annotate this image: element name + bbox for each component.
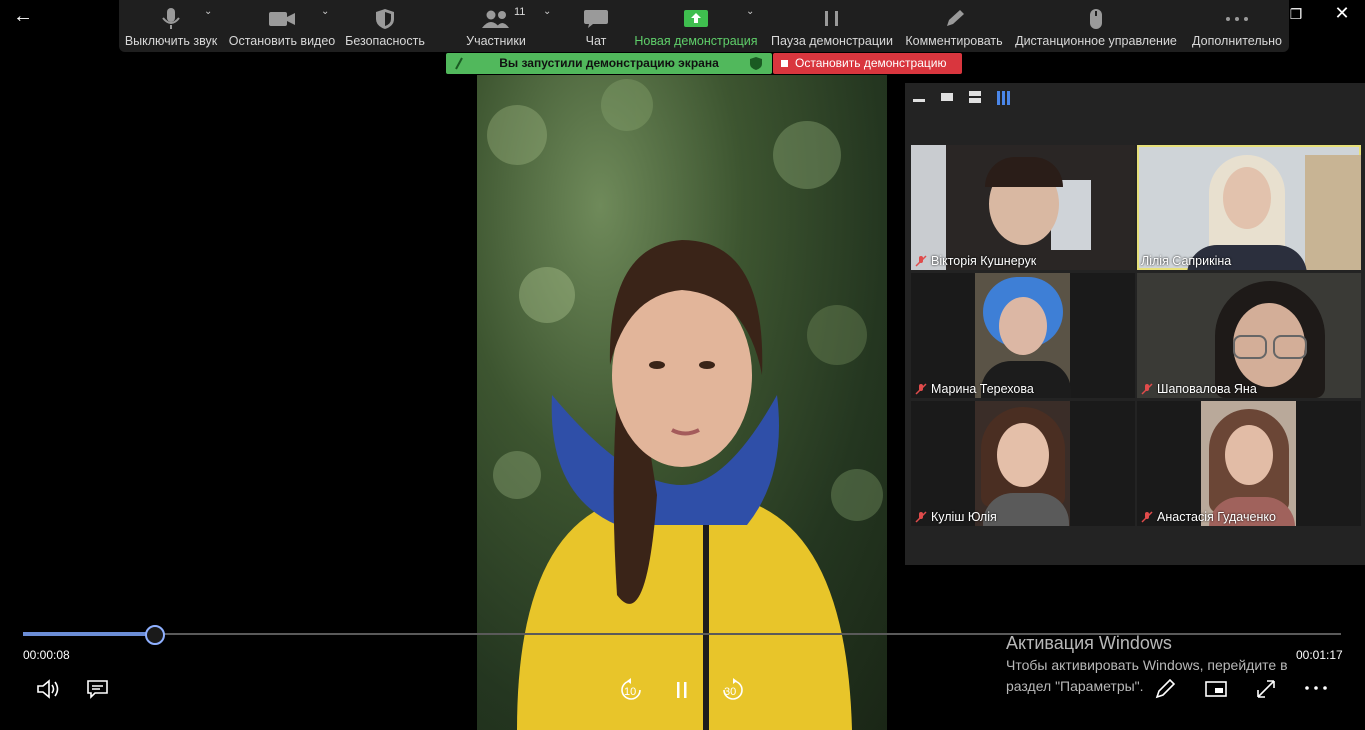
strip-view-icon[interactable] <box>969 91 981 103</box>
stop-video-label: Остановить видео <box>228 34 336 48</box>
participant-tile[interactable]: Куліш Юлія <box>911 401 1135 526</box>
participants-label: Участники <box>466 34 526 48</box>
share-options-chevron-icon[interactable]: ⌄ <box>746 6 754 17</box>
stop-square-icon <box>781 60 788 67</box>
minimize-panel-icon[interactable] <box>913 93 925 105</box>
mute-options-chevron-icon[interactable]: ⌄ <box>204 6 212 17</box>
participants-count: 11 <box>514 6 526 18</box>
pencil-icon <box>947 10 964 26</box>
glasses-right <box>1273 335 1307 359</box>
current-time: 00:00:08 <box>23 648 70 662</box>
rewind-10-button[interactable]: 10 <box>618 678 646 704</box>
mouse-icon <box>1090 9 1102 29</box>
security-button[interactable]: Безопасность <box>343 0 427 52</box>
glasses-left <box>1233 335 1267 359</box>
mute-label: Выключить звук <box>124 34 218 48</box>
remote-control-button[interactable]: Дистанционное управление <box>1015 0 1177 52</box>
participant-tile-active-speaker[interactable]: Лілія Саприкіна <box>1137 145 1361 270</box>
stop-share-label: Остановить демонстрацию <box>795 56 947 70</box>
participant-tile[interactable]: Анастасія Гудаченко <box>1137 401 1361 526</box>
forward-30-button[interactable]: 30 <box>718 678 746 704</box>
chat-bubble-icon <box>584 10 608 28</box>
total-time: 00:01:17 <box>1296 648 1343 662</box>
participant-tile[interactable]: Марина Терехова <box>911 273 1135 398</box>
more-dots-icon <box>1226 17 1248 21</box>
activation-watermark-line2: раздел "Параметры". <box>1006 678 1144 694</box>
participant-name-text: Лілія Саприкіна <box>1141 254 1232 268</box>
participant-hair <box>985 157 1063 187</box>
sharing-status-banner[interactable]: Вы запустили демонстрацию экрана <box>446 53 772 74</box>
gallery-view-icon[interactable] <box>997 91 1011 105</box>
forward-label: 30 <box>724 686 737 698</box>
participant-face <box>999 297 1047 355</box>
participant-tile[interactable]: Вікторія Кушнерук <box>911 145 1135 270</box>
pause-icon <box>825 11 838 26</box>
participant-name: Вікторія Кушнерук <box>915 254 1036 268</box>
tile-background <box>911 145 946 270</box>
participant-name-text: Куліш Юлія <box>931 510 997 524</box>
annotate-label: Комментировать <box>905 34 1003 48</box>
stop-share-button[interactable]: Остановить демонстрацию <box>773 53 962 74</box>
participant-name-text: Вікторія Кушнерук <box>931 254 1037 268</box>
chat-button[interactable]: Чат <box>565 0 627 52</box>
pen-icon[interactable] <box>1154 678 1176 700</box>
annotate-button[interactable]: Комментировать <box>903 0 1005 52</box>
participant-face <box>997 423 1049 487</box>
participant-name: Лілія Саприкіна <box>1141 254 1231 268</box>
back-arrow-icon[interactable]: ← <box>8 4 38 28</box>
activation-watermark-title: Активация Windows <box>1006 633 1172 653</box>
participant-name-text: Шаповалова Яна <box>1157 382 1257 396</box>
single-view-icon[interactable] <box>941 93 953 101</box>
meeting-toolbar: Выключить звук ⌄ Остановить видео ⌄ Безо… <box>119 0 1289 52</box>
participant-name-text: Анастасія Гудаченко <box>1157 510 1276 524</box>
shield-check-icon <box>750 57 762 70</box>
mic-muted-icon <box>1141 511 1153 523</box>
shared-video-frame <box>477 75 887 730</box>
pause-icon[interactable] <box>672 680 692 700</box>
more-label: Дополнительно <box>1192 34 1282 48</box>
activation-watermark-line1: Чтобы активировать Windows, перейдите в <box>1006 657 1288 673</box>
volume-icon[interactable] <box>36 678 60 700</box>
participant-face <box>1225 425 1273 485</box>
participant-tile[interactable]: Шаповалова Яна <box>1137 273 1361 398</box>
restore-window-icon[interactable]: ❐ <box>1284 6 1308 26</box>
mic-muted-icon <box>915 511 927 523</box>
mini-view-icon[interactable] <box>1204 680 1228 698</box>
more-options-icon[interactable] <box>1304 684 1328 692</box>
participant-name: Анастасія Гудаченко <box>1141 510 1276 524</box>
seek-thumb[interactable] <box>144 625 165 645</box>
security-label: Безопасность <box>345 34 425 48</box>
mic-muted-icon <box>915 383 927 395</box>
remote-control-label: Дистанционное управление <box>1015 34 1177 48</box>
video-options-chevron-icon[interactable]: ⌄ <box>321 6 329 17</box>
mic-muted-icon <box>915 255 927 267</box>
participant-name: Шаповалова Яна <box>1141 382 1257 396</box>
new-share-label: Новая демонстрация <box>634 34 758 48</box>
shield-icon <box>376 9 394 29</box>
video-frame-image <box>487 79 883 730</box>
participants-options-chevron-icon[interactable]: ⌄ <box>543 6 551 17</box>
subtitles-icon[interactable] <box>86 679 110 699</box>
mic-muted-icon <box>1141 383 1153 395</box>
rewind-label: 10 <box>624 686 637 698</box>
shelf-backdrop <box>1305 155 1361 270</box>
participants-gallery-panel: Вікторія Кушнерук Лілія Саприкіна Марина… <box>905 83 1365 565</box>
sharing-status-text: Вы запустили демонстрацию экрана <box>499 56 719 70</box>
new-share-button[interactable]: Новая демонстрация <box>634 0 758 52</box>
chat-label: Чат <box>585 34 607 48</box>
pause-share-button[interactable]: Пауза демонстрации <box>769 0 895 52</box>
pause-share-label: Пауза демонстрации <box>771 34 893 48</box>
fullscreen-icon[interactable] <box>1255 678 1277 700</box>
seek-progress <box>23 632 155 636</box>
participant-name: Куліш Юлія <box>915 510 997 524</box>
more-button[interactable]: Дополнительно <box>1189 0 1285 52</box>
participant-name: Марина Терехова <box>915 382 1034 396</box>
participant-name-text: Марина Терехова <box>931 382 1034 396</box>
participant-face <box>1223 167 1271 229</box>
close-window-icon[interactable]: ✕ <box>1330 3 1354 23</box>
share-screen-icon <box>684 10 708 27</box>
